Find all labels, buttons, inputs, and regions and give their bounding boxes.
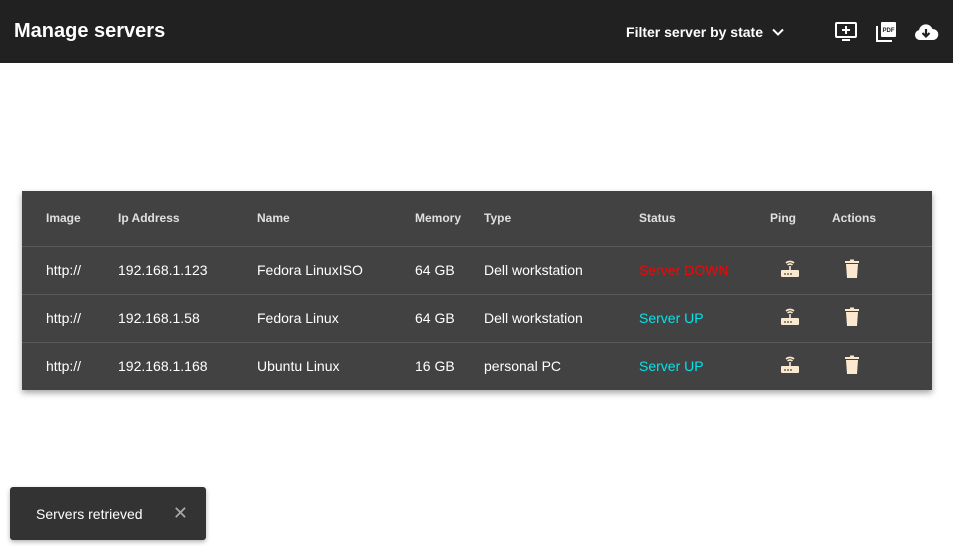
cell-name: Ubuntu Linux (257, 341, 415, 390)
cell-ping (770, 341, 832, 390)
cell-ip: 192.168.1.168 (118, 341, 257, 390)
filter-server-dropdown[interactable]: Filter server by state (626, 24, 785, 40)
cell-memory: 64 GB (415, 293, 484, 342)
cell-memory: 16 GB (415, 341, 484, 390)
top-bar: Manage servers Filter server by state PD… (0, 0, 953, 63)
svg-text:PDF: PDF (883, 28, 895, 34)
cell-type: Dell workstation (484, 293, 639, 342)
cell-actions (832, 245, 932, 294)
page-title: Manage servers (14, 20, 166, 42)
cell-type: personal PC (484, 341, 639, 390)
cell-image: http:// (22, 245, 118, 294)
router-icon (781, 308, 799, 325)
ping-button[interactable] (780, 259, 800, 279)
col-image: Image (46, 211, 81, 226)
snackbar-message: Servers retrieved (36, 505, 143, 522)
cell-ip: 192.168.1.58 (118, 293, 257, 342)
cell-memory: 64 GB (415, 245, 484, 294)
table-header-row: Image Ip Address Name Memory Type Status… (22, 191, 932, 246)
delete-button[interactable] (844, 307, 860, 327)
col-memory: Memory (415, 211, 462, 226)
cell-ping (770, 245, 832, 294)
export-pdf-button[interactable]: PDF (873, 19, 899, 45)
table-row: http:// 192.168.1.58 Fedora Linux 64 GB … (22, 293, 932, 342)
cell-name: Fedora Linux (257, 293, 415, 342)
col-ping: Ping (770, 211, 796, 226)
cell-actions (832, 341, 932, 390)
delete-button[interactable] (844, 259, 860, 279)
cell-type: Dell workstation (484, 245, 639, 294)
cell-ping (770, 293, 832, 342)
router-icon (781, 260, 799, 277)
table-row: http:// 192.168.1.168 Ubuntu Linux 16 GB… (22, 341, 932, 390)
servers-table-card: Image Ip Address Name Memory Type Status… (22, 191, 932, 390)
cell-actions (832, 293, 932, 342)
filter-label: Filter server by state (626, 23, 763, 40)
trash-icon (845, 307, 859, 326)
snackbar: Servers retrieved ✕ (10, 487, 206, 540)
pdf-icon: PDF (876, 21, 896, 42)
add-server-button[interactable] (833, 19, 859, 45)
col-status: Status (639, 211, 676, 226)
ping-button[interactable] (780, 307, 800, 327)
col-ip: Ip Address (118, 211, 180, 226)
status-badge: Server UP (639, 341, 770, 390)
cell-image: http:// (22, 293, 118, 342)
close-icon[interactable]: ✕ (173, 503, 188, 524)
chevron-down-icon (772, 28, 784, 36)
trash-icon (845, 259, 859, 278)
ping-button[interactable] (780, 355, 800, 375)
router-icon (781, 356, 799, 373)
col-type: Type (484, 211, 512, 226)
col-actions: Actions (832, 211, 877, 226)
cloud-download-icon (914, 23, 939, 40)
servers-table: Image Ip Address Name Memory Type Status… (22, 191, 932, 390)
cell-ip: 192.168.1.123 (118, 245, 257, 294)
delete-button[interactable] (844, 355, 860, 375)
table-row: http:// 192.168.1.123 Fedora LinuxISO 64… (22, 245, 932, 294)
cell-name: Fedora LinuxISO (257, 245, 415, 294)
status-badge: Server UP (639, 293, 770, 342)
trash-icon (845, 355, 859, 374)
download-button[interactable] (913, 19, 939, 45)
cell-image: http:// (22, 341, 118, 390)
status-badge: Server DOWN (639, 245, 770, 294)
col-name: Name (257, 211, 290, 226)
add-to-screen-icon (835, 21, 857, 41)
